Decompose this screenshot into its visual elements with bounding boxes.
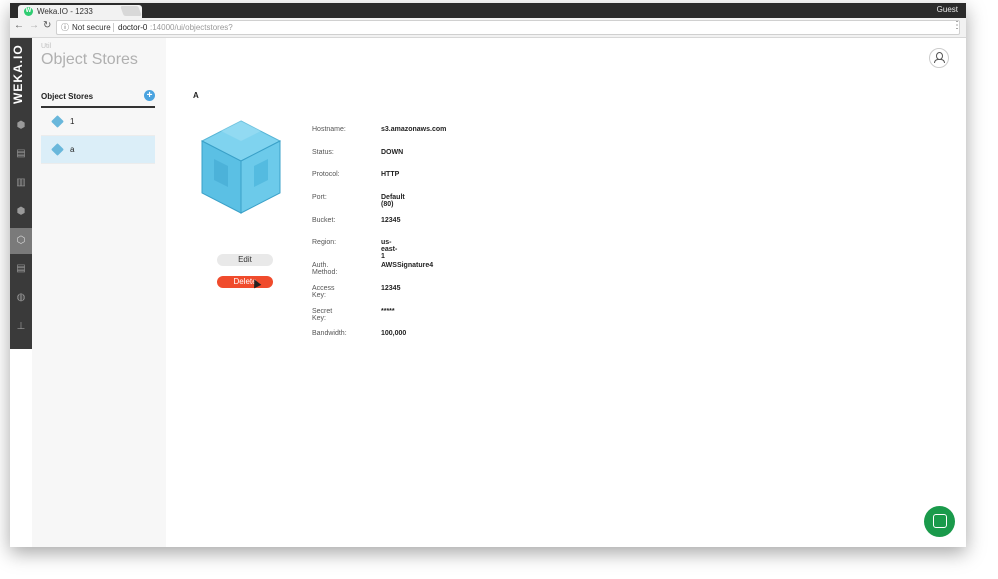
add-icon[interactable]: + [144,90,155,101]
property-key: Region: [312,239,337,247]
list-item[interactable]: a [41,136,155,164]
delete-button[interactable]: Delete [217,276,273,288]
property-key: Auth. Method: [312,262,338,277]
property-value: 12345 [381,284,401,292]
breadcrumb[interactable]: Util [41,43,51,50]
weka-logo: WEKA.IO [11,44,25,104]
property-value: AWSSignature4 [381,262,434,270]
property-value: Default (80) [381,194,405,209]
menu-kebab-icon[interactable]: ⋮ [952,20,962,31]
url-path: :14000/ui/objectstores? [150,23,233,32]
chat-launcher-button[interactable] [924,506,955,537]
property-value: us-east-1 [381,239,398,261]
hosts-icon[interactable]: ⊥ [14,320,28,334]
edit-button[interactable]: Edit [217,254,273,266]
property-key: Protocol: [312,171,340,179]
chat-bubble-icon [933,514,947,528]
list-header-label: Object Stores [41,92,94,101]
object-store-cube-icon [200,120,282,214]
property-value: HTTP [381,171,400,179]
back-arrow-icon[interactable]: ← [14,20,24,31]
omnibox-divider [113,23,114,32]
url-host: doctor-0 [118,23,148,32]
property-key: Bandwidth: [312,330,347,338]
tab-title: Weka.IO - 1233 [37,7,93,16]
new-tab-button[interactable] [120,6,142,16]
property-key: Bucket: [312,216,336,224]
weka-favicon-icon: W [24,7,33,16]
main-content [166,38,966,547]
cube-icon [51,143,64,156]
reload-icon[interactable]: ↻ [43,20,51,31]
security-label: Not secure [72,23,111,32]
cube-icon [51,115,64,128]
drives-icon[interactable]: ⬢ [14,205,28,219]
tab-strip: W Weka.IO - 1233 × Guest [10,3,966,18]
property-key: Status: [312,148,334,156]
property-key: Secret Key: [312,307,333,322]
object-stores-list: Object Stores + 1 a [41,90,155,164]
omnibox[interactable]: ⓘ Not secure doctor-0 :14000/ui/objectst… [56,20,960,35]
browser-window: W Weka.IO - 1233 × Guest ← → ↻ ⓘ Not sec… [10,3,966,547]
list-header: Object Stores + [41,90,155,108]
avatar-body [934,59,945,63]
info-icon[interactable]: ⓘ [61,21,69,34]
property-key: Hostname: [312,126,346,133]
property-value: s3.amazonaws.com [381,126,447,133]
address-bar-row: ← → ↻ ⓘ Not secure doctor-0 :14000/ui/ob… [10,18,966,38]
globe-icon[interactable]: ◍ [14,291,28,305]
list-item-label: a [70,145,75,154]
forward-arrow-icon[interactable]: → [29,20,39,31]
property-value: 12345 [381,216,401,224]
property-value: 100,000 [381,330,407,338]
property-key: Access Key: [312,284,335,299]
list-item[interactable]: 1 [41,108,155,136]
user-avatar-icon[interactable] [929,48,949,68]
nav-rail: WEKA.IO ⬢ ▤ ▥ ⬢ ⬡ ▤ ◍ ⊥ [10,38,32,349]
filesystem-icon[interactable]: ▤ [14,147,28,161]
cluster-icon[interactable]: ⬢ [14,119,28,133]
property-value: DOWN [381,148,404,156]
property-value: ***** [381,307,395,315]
object-store-icon[interactable]: ⬡ [10,228,32,254]
snapshots-icon[interactable]: ▤ [14,262,28,276]
page-title: Object Stores [41,51,138,68]
stats-icon[interactable]: ▥ [14,176,28,190]
profile-label[interactable]: Guest [937,5,958,14]
list-item-label: 1 [70,117,75,126]
property-key: Port: [312,194,327,202]
detail-title: A [193,91,199,100]
